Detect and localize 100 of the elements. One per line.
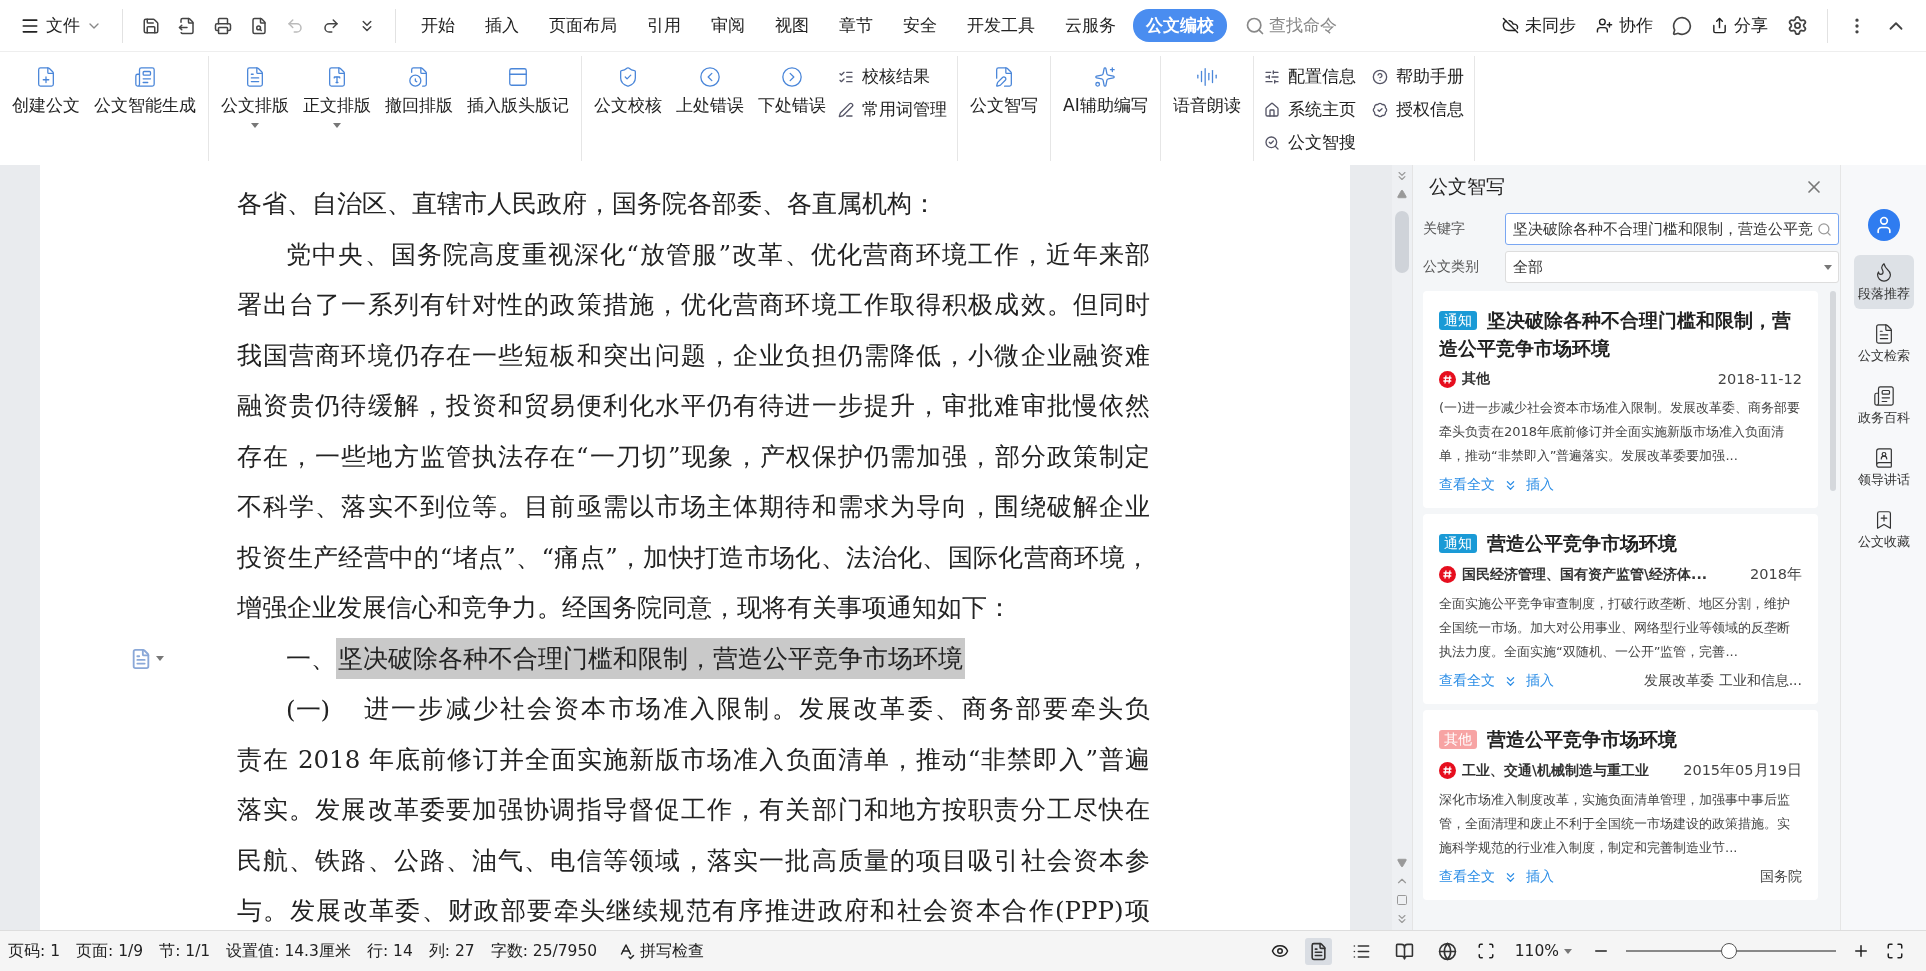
ribbon-button[interactable]: 校核结果 <box>834 62 951 91</box>
side-nav-item[interactable]: 政务百科 <box>1853 379 1914 433</box>
paragraph-line: 增强企业发展信心和竞争力。经国务院同意，现将有关事项通知如下： <box>237 592 1013 624</box>
paragraph-menu-icon[interactable] <box>130 647 164 670</box>
ribbon-button[interactable]: 常用词管理 <box>834 95 951 124</box>
caret-icon[interactable] <box>333 123 341 128</box>
status-item[interactable]: 列: 27 <box>428 940 475 962</box>
status-item[interactable]: 页面: 1/9 <box>76 940 144 962</box>
ribbon-button[interactable]: 公文排版 <box>215 58 295 136</box>
side-nav-item[interactable]: 公文收藏 <box>1853 503 1914 557</box>
home-icon <box>1263 101 1280 118</box>
ribbon-button[interactable]: 插入版头版记 <box>461 58 575 125</box>
caret-icon[interactable] <box>1824 264 1832 270</box>
result-title[interactable]: 通知 坚决破除各种不合理门槛和限制，营造公平竞争市场环境 <box>1439 306 1802 362</box>
eye-icon[interactable] <box>1270 942 1289 960</box>
help-icon <box>1371 68 1388 85</box>
ribbon-button[interactable]: AI辅助编写 <box>1057 58 1154 125</box>
ribbon-button[interactable]: 公文智写 <box>964 58 1044 125</box>
scroll-down-icon[interactable] <box>1397 858 1407 868</box>
caret-icon[interactable] <box>1564 948 1572 954</box>
insert-link[interactable]: 插入 <box>1526 672 1554 690</box>
collaborate-button[interactable]: 协作 <box>1588 10 1661 41</box>
ribbon-tab[interactable]: 页面布局 <box>536 9 630 42</box>
ribbon-button[interactable]: 正文排版 <box>297 58 377 136</box>
select-object-icon[interactable] <box>1396 894 1408 906</box>
result-title[interactable]: 其他 营造公平竞争市场环境 <box>1439 725 1802 753</box>
ribbon-button[interactable]: 创建公文 <box>6 58 86 125</box>
ribbon-button[interactable]: 下处错误 <box>752 58 832 125</box>
ribbon-button[interactable]: 公文校核 <box>588 58 668 125</box>
ribbon-tab[interactable]: 视图 <box>762 9 822 42</box>
view-full-link[interactable]: 查看全文 <box>1439 672 1495 690</box>
insert-link[interactable]: 插入 <box>1526 476 1554 494</box>
fit-icon[interactable] <box>1476 942 1495 960</box>
panel-icon <box>507 66 529 88</box>
file-menu[interactable]: 文件 <box>12 10 110 41</box>
paragraph-line: 落实。发展改革委要加强协调指导督促工作，有关部门和地方按职责分工尽快在 <box>237 794 1150 826</box>
zoom-in-icon[interactable] <box>1852 942 1870 960</box>
command-search[interactable]: 查找命令 <box>1245 14 1337 37</box>
user-plus-icon <box>1596 17 1613 34</box>
status-item[interactable]: 字数: 25/7950 <box>490 940 598 962</box>
status-item[interactable]: 行: 14 <box>366 940 413 962</box>
paragraph-line: 责在 2018 年底前修订并全面实施新版市场准入负面清单，推动“非禁即入”普遍 <box>237 743 1150 776</box>
ribbon-tab[interactable]: 章节 <box>826 9 886 42</box>
ribbon-button[interactable]: 授权信息 <box>1367 95 1468 124</box>
insert-link[interactable]: 插入 <box>1526 868 1554 886</box>
sync-button[interactable]: 未同步 <box>1494 10 1584 41</box>
ribbon-button[interactable]: 语音朗读 <box>1166 58 1247 125</box>
result-title[interactable]: 通知 营造公平竞争市场环境 <box>1439 529 1802 557</box>
view-full-link[interactable]: 查看全文 <box>1439 868 1495 886</box>
status-item[interactable]: 节: 1/1 <box>159 940 211 962</box>
ribbon-button[interactable]: 系统主页 <box>1259 95 1360 124</box>
result-category: 其他 <box>1462 370 1490 388</box>
paragraph-line: 存在，一些地方监管执法存在“一刀切”现象，产权保护仍需加强，部分政策制定 <box>237 440 1150 473</box>
result-excerpt: 深化市场准入制度改革，实施负面清单管理，加强事中事后监管，全面清理和废止不利于全国统一市场建设的政策措施。实施科学规范的行业准入制度，制定和完善制造业节... <box>1439 791 1791 857</box>
ribbon-button[interactable]: 上处错误 <box>670 58 750 125</box>
result-date: 2018年 <box>1750 565 1802 584</box>
category-dropdown[interactable]: 全部 <box>1505 251 1839 283</box>
fullscreen-icon[interactable] <box>1886 942 1904 960</box>
spell-check-button[interactable]: 拼写检查 <box>613 938 709 964</box>
ribbon-button[interactable]: 公文智能生成 <box>88 58 202 125</box>
avatar-icon[interactable] <box>1867 209 1900 241</box>
caret-icon[interactable] <box>251 123 259 128</box>
panel-scrollbar[interactable] <box>1830 291 1836 491</box>
ribbon-button[interactable]: 撤回排版 <box>379 58 459 125</box>
page-view-button[interactable] <box>1304 937 1332 965</box>
paragraph-line: 融资贵仍待缓解，投资和贸易便利化水平仍有待进一步提升，审批难审批慢依然 <box>237 390 1150 422</box>
ribbon-tab[interactable]: 引用 <box>634 9 694 42</box>
hash-icon <box>1439 762 1456 779</box>
ribbon-tab[interactable]: 开始 <box>408 9 468 42</box>
keyword-field[interactable]: 坚决破除各种不合理门槛和限制，营造公平竞 <box>1505 213 1839 245</box>
ribbon-button[interactable]: 配置信息 <box>1259 62 1360 91</box>
share-button[interactable]: 分享 <box>1703 10 1776 41</box>
document-type-icon <box>326 66 348 88</box>
result-date: 2018-11-12 <box>1717 371 1802 387</box>
side-nav-item[interactable]: 段落推荐 <box>1853 255 1914 309</box>
side-nav-item[interactable]: 公文检索 <box>1853 317 1914 371</box>
scroll-up-icon[interactable] <box>1397 189 1407 199</box>
slider-thumb[interactable] <box>1720 943 1737 959</box>
paragraph-line: 进一步减少社会资本市场准入限制。发展改革委、商务部要牵头负 <box>364 693 1150 725</box>
result-category: 国民经济管理、国有资产监管\经济体... <box>1462 565 1708 584</box>
ribbon-button[interactable]: 帮助手册 <box>1367 62 1468 91</box>
zoom-menu[interactable]: 110% <box>1510 940 1576 962</box>
result-source: 发展改革委 工业和信息... <box>1644 672 1802 690</box>
result-excerpt: (一)进一步减少社会资本市场准入限制。发展改革委、商务部要牵头负责在2018年底前修订并全面实施新版市场准入负面清单，推动“非禁即入”普遍落实。发展改革委要加强... <box>1439 399 1802 465</box>
search-icon[interactable] <box>1817 221 1832 237</box>
status-item[interactable]: 页码: 1 <box>8 940 60 962</box>
ribbon-tab[interactable]: 插入 <box>472 9 532 42</box>
ribbon-tab[interactable]: 云服务 <box>1052 9 1129 42</box>
audio-icon <box>1195 66 1218 88</box>
status-item[interactable]: 设置值: 14.3厘米 <box>226 940 351 962</box>
ribbon-tab[interactable]: 开发工具 <box>954 9 1048 42</box>
side-nav-item[interactable]: 领导讲话 <box>1853 441 1914 495</box>
heading-number: 一、 <box>286 643 336 676</box>
scrollbar-thumb[interactable] <box>1395 211 1409 273</box>
badge-icon <box>1371 101 1388 118</box>
ribbon-tab[interactable]: 审阅 <box>698 9 758 42</box>
ribbon-tab[interactable]: 安全 <box>890 9 950 42</box>
view-full-link[interactable]: 查看全文 <box>1439 476 1495 494</box>
search-icon <box>1263 134 1280 151</box>
ribbon-button[interactable]: 公文智搜 <box>1259 128 1360 157</box>
